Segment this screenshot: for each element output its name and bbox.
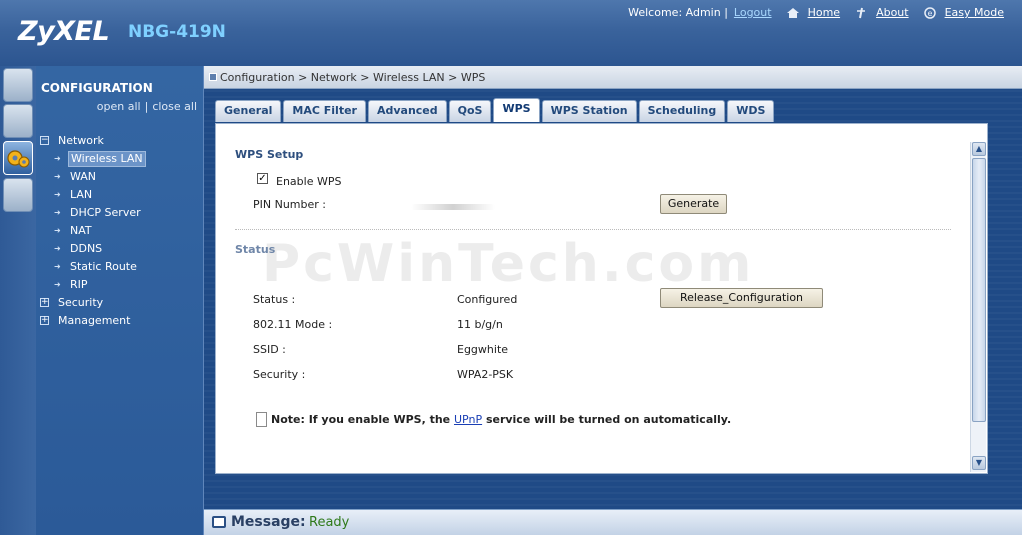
brand-logo: ZyXEL <box>18 16 110 47</box>
arrow-icon: ➜ <box>54 262 61 271</box>
tree-node-security[interactable]: + Security <box>38 294 202 312</box>
tab-mac-filter[interactable]: MAC Filter <box>283 100 366 122</box>
model-name: NBG-419N <box>128 22 226 42</box>
status-title: Status <box>235 243 276 256</box>
section-divider <box>235 229 951 230</box>
breadcrumb-icon <box>209 73 217 81</box>
upnp-link[interactable]: UPnP <box>454 413 482 426</box>
tab-general[interactable]: General <box>215 100 282 122</box>
release-configuration-button[interactable]: Release_Configuration <box>660 288 823 308</box>
top-links: Welcome: Admin | Logout Home About e Eas… <box>628 6 1004 19</box>
message-bar: Message: Ready <box>204 509 1022 535</box>
message-status: Ready <box>309 515 350 530</box>
ssid-label: SSID : <box>253 343 286 356</box>
status-label: Status : <box>253 293 296 306</box>
collapse-icon[interactable]: − <box>40 136 49 145</box>
tab-wds[interactable]: WDS <box>727 100 775 122</box>
side-icon-bar <box>0 66 36 535</box>
tree-node-management[interactable]: + Management <box>38 312 202 330</box>
nav-item-nat[interactable]: ➜ NAT <box>38 222 202 240</box>
scroll-up-icon[interactable]: ▲ <box>972 142 986 156</box>
svg-text:e: e <box>927 9 932 18</box>
mode-label: 802.11 Mode : <box>253 318 333 331</box>
wps-content-panel: PcWinTech.com WPS Setup ✓ Enable WPS PIN… <box>215 123 988 474</box>
nav-item-wan[interactable]: ➜ WAN <box>38 168 202 186</box>
tree-controls: open all | close all <box>96 100 197 113</box>
close-all-link[interactable]: close all <box>152 100 197 113</box>
breadcrumb: Configuration > Network > Wireless LAN >… <box>220 71 486 84</box>
monitor-icon[interactable] <box>3 104 33 138</box>
easy-mode-icon[interactable]: e <box>923 6 937 19</box>
tab-advanced[interactable]: Advanced <box>367 100 447 122</box>
about-link[interactable]: About <box>876 6 909 19</box>
arrow-icon: ➜ <box>54 172 61 181</box>
note-text: Note: If you enable WPS, the UPnP servic… <box>271 413 732 426</box>
message-label: Message: <box>231 514 306 530</box>
security-label: Security : <box>253 368 306 381</box>
enable-wps-checkbox[interactable]: ✓ <box>257 173 268 184</box>
maintenance-icon[interactable] <box>3 178 33 212</box>
configuration-panel: CONFIGURATION open all | close all − Netwo… <box>36 66 204 535</box>
tab-wps-station[interactable]: WPS Station <box>541 100 637 122</box>
nav-item-static-route[interactable]: ➜ Static Route <box>38 258 202 276</box>
breadcrumb-bar: Configuration > Network > Wireless LAN >… <box>204 66 1022 89</box>
scroll-thumb[interactable] <box>972 158 986 422</box>
watermark: PcWinTech.com <box>262 234 755 294</box>
arrow-icon: ➜ <box>54 208 61 217</box>
scroll-down-icon[interactable]: ▼ <box>972 456 986 470</box>
note-icon <box>256 412 267 427</box>
easy-mode-link[interactable]: Easy Mode <box>945 6 1004 19</box>
status-value: Configured <box>457 293 518 306</box>
panel-title: CONFIGURATION <box>41 81 153 95</box>
tab-qos[interactable]: QoS <box>448 100 492 122</box>
arrow-icon: ➜ <box>54 154 61 163</box>
mode-value: 11 b/g/n <box>457 318 503 331</box>
vertical-scrollbar[interactable]: ▲ ▼ <box>970 142 986 472</box>
enable-wps-label: Enable WPS <box>276 175 342 188</box>
tree-node-network[interactable]: − Network <box>38 132 202 150</box>
nav-item-lan[interactable]: ➜ LAN <box>38 186 202 204</box>
main-area: Configuration > Network > Wireless LAN >… <box>204 66 1022 509</box>
welcome-text: Welcome: Admin | <box>628 6 728 19</box>
logout-link[interactable]: Logout <box>734 6 772 19</box>
nav-tree: − Network ➜ Wireless LAN ➜ WAN ➜ LAN ➜ DHCP … <box>38 132 202 330</box>
nav-item-ddns[interactable]: ➜ DDNS <box>38 240 202 258</box>
pin-number-label: PIN Number : <box>253 198 326 211</box>
arrow-icon: ➜ <box>54 244 61 253</box>
home-link[interactable]: Home <box>808 6 840 19</box>
open-all-link[interactable]: open all <box>97 100 141 113</box>
nav-item-rip[interactable]: ➜ RIP <box>38 276 202 294</box>
header: ZyXEL NBG-419N Welcome: Admin | Logout H… <box>0 0 1022 66</box>
tab-scheduling[interactable]: Scheduling <box>638 100 726 122</box>
arrow-icon: ➜ <box>54 226 61 235</box>
arrow-icon: ➜ <box>54 190 61 199</box>
configuration-gear-icon[interactable] <box>3 141 33 175</box>
security-value: WPA2-PSK <box>457 368 514 381</box>
home-icon[interactable] <box>786 7 800 19</box>
status-monitor-icon[interactable] <box>3 68 33 102</box>
generate-button[interactable]: Generate <box>660 194 727 214</box>
wps-setup-title: WPS Setup <box>235 148 304 161</box>
pin-number-value <box>411 204 495 210</box>
tab-bar: General MAC Filter Advanced QoS WPS WPS … <box>215 98 775 122</box>
ssid-value: Eggwhite <box>457 343 509 356</box>
nav-item-wireless-lan[interactable]: ➜ Wireless LAN <box>38 150 202 168</box>
about-icon[interactable] <box>854 7 868 19</box>
tab-wps[interactable]: WPS <box>493 98 540 122</box>
gear-icon <box>7 150 30 168</box>
expand-icon[interactable]: + <box>40 316 49 325</box>
message-icon <box>212 516 226 528</box>
arrow-icon: ➜ <box>54 280 61 289</box>
expand-icon[interactable]: + <box>40 298 49 307</box>
nav-item-dhcp-server[interactable]: ➜ DHCP Server <box>38 204 202 222</box>
